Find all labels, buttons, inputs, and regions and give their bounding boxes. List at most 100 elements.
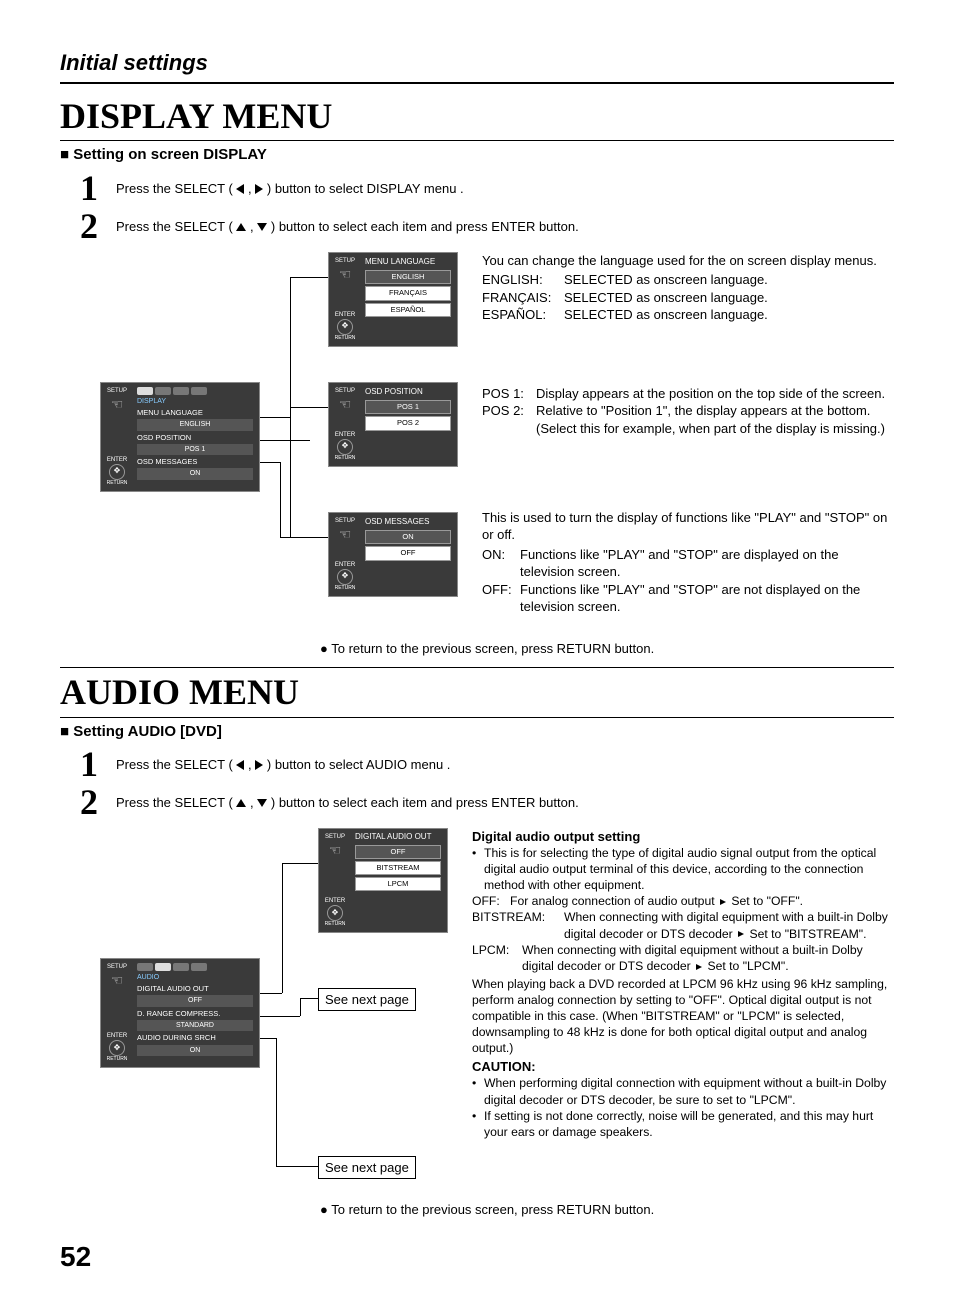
step-text: Press the SELECT ( , ) button to select …	[116, 170, 464, 198]
step-number: 2	[80, 784, 104, 820]
triangle-down-icon	[257, 223, 267, 231]
breadcrumb: Initial settings	[60, 48, 894, 84]
display-descriptions: You can change the language used for the…	[470, 252, 894, 632]
nav-icon: ✥	[337, 439, 353, 455]
row-value: OFF	[137, 995, 253, 1006]
audio-diagram: SETUP ☜ ENTER ✥ RETURN AUDIO DIGITAL AUD…	[60, 828, 460, 1193]
msg-row: ON:Functions like "PLAY" and "STOP" are …	[482, 546, 894, 581]
option: ON	[365, 530, 451, 544]
step-text: Press the SELECT ( , ) button to select …	[116, 784, 579, 812]
pos-extra: (Select this for example, when part of t…	[536, 420, 894, 438]
display-menu-title: DISPLAY MENU	[60, 92, 894, 142]
pos-row: POS 1:Display appears at the position on…	[482, 385, 894, 403]
enter-label: ENTER	[335, 561, 355, 569]
setup-label: SETUP	[325, 833, 345, 841]
row-label: OSD MESSAGES	[137, 457, 253, 467]
caution-heading: CAUTION:	[472, 1058, 894, 1075]
row-value: POS 1	[137, 444, 253, 455]
bitstream-row: BITSTREAM:When connecting with digital e…	[472, 909, 894, 941]
section-label: AUDIO	[137, 973, 253, 982]
digital-audio-heading: Digital audio output setting	[472, 828, 894, 845]
osd-digital-audio-panel: SETUP ☜ ENTER ✥ RETURN DIGITAL AUDIO OUT…	[318, 828, 448, 933]
audio-menu-title: AUDIO MENU	[60, 668, 894, 718]
option: POS 2	[365, 416, 451, 430]
caution-bullet: •If setting is not done correctly, noise…	[472, 1108, 894, 1140]
step-number: 1	[80, 746, 104, 782]
bullet: •This is for selecting the type of digit…	[472, 845, 894, 893]
step-number: 2	[80, 208, 104, 244]
return-label: RETURN	[107, 1056, 128, 1063]
nav-icon: ✥	[337, 569, 353, 585]
step-text: Press the SELECT ( , ) button to select …	[116, 746, 450, 774]
triangle-down-icon	[257, 799, 267, 807]
audio-subheading: Setting AUDIO [DVD]	[60, 722, 894, 742]
setup-label: SETUP	[335, 517, 355, 525]
audio-extra: When playing back a DVD recorded at LPCM…	[472, 976, 894, 1056]
section-label: DISPLAY	[137, 397, 253, 406]
return-label: RETURN	[335, 455, 356, 462]
option: POS 1	[365, 400, 451, 414]
hand-icon: ☜	[111, 395, 124, 414]
hand-icon: ☜	[329, 841, 342, 860]
osd-main-display-panel: SETUP ☜ ENTER ✥ RETURN DISPLAY MENU LANG…	[100, 382, 260, 492]
return-label: RETURN	[325, 921, 346, 928]
step-text: Press the SELECT ( , ) button to select …	[116, 208, 579, 236]
arrow-right-icon	[696, 964, 702, 970]
setup-label: SETUP	[335, 387, 355, 395]
nav-icon: ✥	[109, 1040, 125, 1056]
return-label: RETURN	[107, 480, 128, 487]
row-label: OSD POSITION	[137, 433, 253, 443]
hand-icon: ☜	[339, 525, 352, 544]
row-label: MENU LANGUAGE	[137, 408, 253, 418]
row-value: ON	[137, 468, 253, 479]
row-label: D. RANGE COMPRESS.	[137, 1009, 253, 1019]
option: FRANÇAIS	[365, 286, 451, 300]
msg-intro: This is used to turn the display of func…	[482, 509, 894, 544]
enter-label: ENTER	[335, 311, 355, 319]
option: OFF	[365, 546, 451, 560]
option: ESPAÑOL	[365, 303, 451, 317]
row-label: AUDIO DURING SRCH	[137, 1033, 253, 1043]
osd-position-panel: SETUP ☜ ENTER ✥ RETURN OSD POSITION POS …	[328, 382, 458, 467]
off-row: OFF:For analog connection of audio outpu…	[472, 893, 894, 909]
display-diagram: SETUP ☜ ENTER ✥ RETURN DISPLAY MENU LANG…	[60, 252, 470, 632]
triangle-up-icon	[236, 223, 246, 231]
enter-label: ENTER	[107, 456, 127, 464]
setup-label: SETUP	[107, 963, 127, 971]
enter-label: ENTER	[107, 1032, 127, 1040]
lang-intro: You can change the language used for the…	[482, 252, 894, 270]
setup-label: SETUP	[335, 257, 355, 265]
nav-icon: ✥	[109, 464, 125, 480]
panel-header: OSD MESSAGES	[365, 517, 451, 528]
row-label: DIGITAL AUDIO OUT	[137, 984, 253, 994]
enter-label: ENTER	[335, 431, 355, 439]
osd-main-audio-panel: SETUP ☜ ENTER ✥ RETURN AUDIO DIGITAL AUD…	[100, 958, 260, 1068]
hand-icon: ☜	[339, 395, 352, 414]
panel-header: DIGITAL AUDIO OUT	[355, 833, 441, 842]
panel-header: OSD POSITION	[365, 387, 451, 398]
nav-icon: ✥	[337, 319, 353, 335]
lpcm-row: LPCM:When connecting with digital equipm…	[472, 942, 894, 974]
display-step-1: 1 Press the SELECT ( , ) button to selec…	[80, 170, 894, 206]
return-label: RETURN	[335, 335, 356, 342]
enter-label: ENTER	[325, 897, 345, 905]
row-value: ENGLISH	[137, 419, 253, 430]
arrow-right-icon	[738, 931, 744, 937]
arrow-right-icon	[720, 899, 726, 905]
audio-step-2: 2 Press the SELECT ( , ) button to selec…	[80, 784, 894, 820]
lang-row: ESPAÑOL:SELECTED as onscreen language.	[482, 306, 894, 324]
row-value: ON	[137, 1045, 253, 1056]
audio-return-note: ● To return to the previous screen, pres…	[320, 1201, 894, 1219]
option: BITSTREAM	[355, 861, 441, 875]
osd-messages-panel: SETUP ☜ ENTER ✥ RETURN OSD MESSAGES ON O…	[328, 512, 458, 597]
audio-step-1: 1 Press the SELECT ( , ) button to selec…	[80, 746, 894, 782]
row-value: STANDARD	[137, 1020, 253, 1031]
see-next-page-box: See next page	[318, 988, 416, 1012]
caution-bullet: •When performing digital connection with…	[472, 1075, 894, 1107]
hand-icon: ☜	[111, 971, 124, 990]
display-subheading: Setting on screen DISPLAY	[60, 145, 894, 165]
option: ENGLISH	[365, 270, 451, 284]
pos-row: POS 2:Relative to "Position 1", the disp…	[482, 402, 894, 420]
step-number: 1	[80, 170, 104, 206]
option: OFF	[355, 845, 441, 859]
